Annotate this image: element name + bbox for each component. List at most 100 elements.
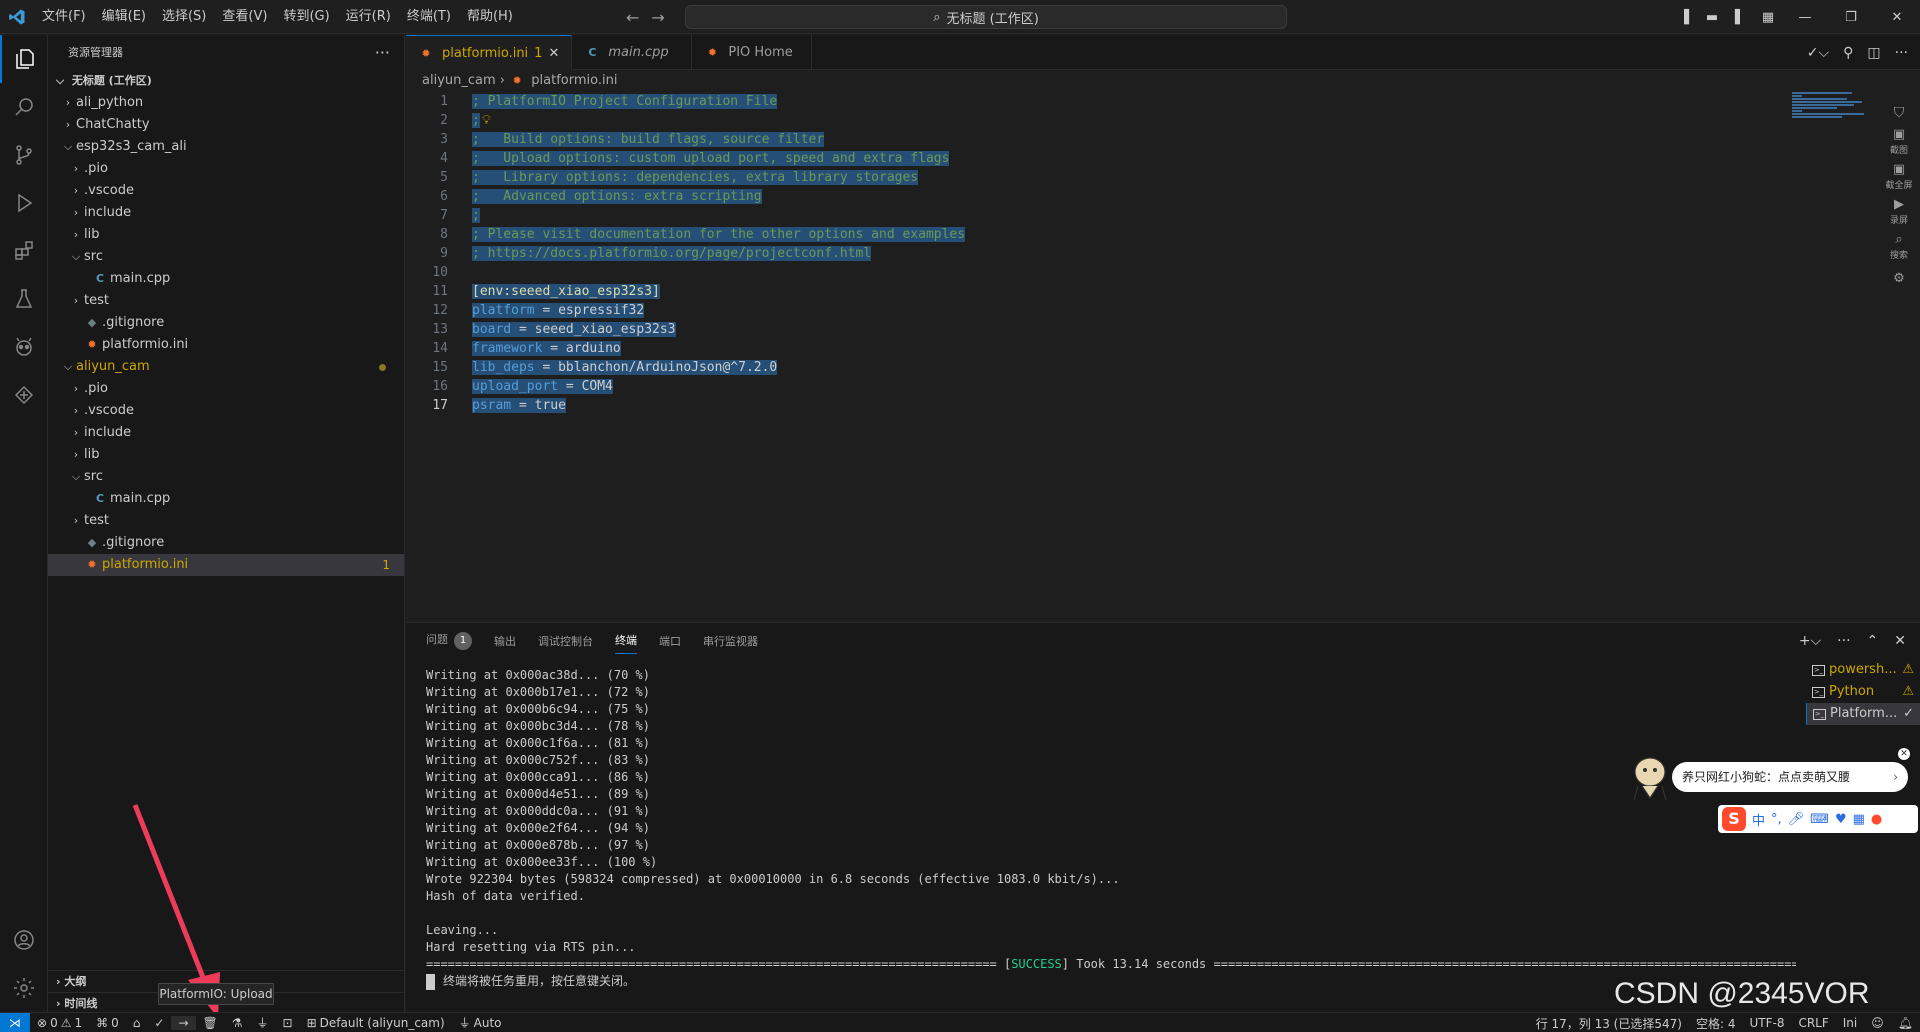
check-icon[interactable]: ✓⌵ — [1807, 45, 1829, 61]
file-item[interactable]: ◆ .gitignore — [48, 532, 404, 554]
pio-upload-button[interactable]: → — [171, 1015, 196, 1030]
menu-item[interactable]: 终端(T) — [399, 0, 459, 34]
restore-button[interactable]: ❐ — [1828, 0, 1874, 34]
folder-item[interactable]: › .pio — [48, 158, 404, 180]
file-item[interactable]: ◆ .gitignore — [48, 312, 404, 334]
folder-item[interactable]: › include — [48, 422, 404, 444]
file-item[interactable]: ✹ platformio.ini — [48, 334, 404, 356]
encoding[interactable]: UTF-8 — [1742, 1016, 1791, 1030]
folder-item[interactable]: ⌵ aliyun_cam — [48, 356, 404, 378]
folder-item[interactable]: ⌵ src — [48, 246, 404, 268]
panel-tab[interactable]: 终端 — [615, 632, 637, 654]
manage-gear-icon[interactable] — [0, 964, 48, 1012]
panel-tab[interactable]: 端口 — [659, 633, 681, 649]
microphone-icon[interactable]: 🎤︎ — [1788, 812, 1805, 827]
terminal-instance[interactable]: >_ powersh... ⚠ — [1806, 659, 1920, 681]
remote-icon[interactable]: ⋊ — [0, 1012, 30, 1032]
folder-item[interactable]: › .vscode — [48, 400, 404, 422]
maximize-panel-icon[interactable]: ⌃ — [1867, 633, 1879, 649]
back-arrow-icon[interactable]: ← — [626, 8, 639, 27]
settings-icon[interactable]: ● — [1871, 812, 1882, 827]
tab-platformio-ini[interactable]: ✹ platformio.ini 1 ✕ — [406, 35, 573, 70]
ime-toolbar[interactable]: S 中 °, 🎤︎ ⌨ ♥ ▦ ● — [1718, 805, 1918, 833]
pio-test-button[interactable]: ⚗ — [225, 1016, 250, 1030]
skin-icon[interactable]: ♥ — [1835, 812, 1847, 827]
problems-status[interactable]: ⊗ 0 ⚠ 1 — [30, 1016, 89, 1030]
close-window-button[interactable]: ✕ — [1874, 0, 1920, 34]
pio-clean-button[interactable]: 🗑︎ — [196, 1016, 225, 1030]
record-tool[interactable]: ▶ 录屏 — [1890, 197, 1908, 226]
cursor-position[interactable]: 行 17，列 13 (已选择547) — [1529, 1015, 1689, 1032]
platformio-alien-icon[interactable] — [0, 323, 48, 371]
folder-item[interactable]: › ali_python — [48, 92, 404, 114]
notification-bubble[interactable]: 养只网红小狗蛇：点点卖萌又腰 › — [1672, 762, 1908, 792]
folder-item[interactable]: › lib — [48, 224, 404, 246]
remote-deploy-icon[interactable] — [0, 371, 48, 419]
tab-pio-home[interactable]: ✹ PIO Home — [692, 35, 813, 70]
language-mode[interactable]: Ini — [1836, 1016, 1864, 1030]
toolbox-icon[interactable]: ▦ — [1853, 812, 1865, 827]
file-item[interactable]: Cmain.cpp — [48, 268, 404, 290]
ports-status[interactable]: ⌘ 0 — [89, 1016, 126, 1030]
notifications-bell-icon[interactable]: 🔔︎ — [1891, 1016, 1920, 1030]
testing-icon[interactable] — [0, 275, 48, 323]
feedback-icon[interactable]: ☺ — [1864, 1016, 1891, 1030]
new-terminal-icon[interactable]: +⌵ — [1799, 633, 1821, 649]
menu-item[interactable]: 查看(V) — [214, 0, 275, 34]
sogou-logo-icon[interactable]: S — [1722, 807, 1746, 831]
more-actions-icon[interactable]: ··· — [1837, 633, 1850, 649]
minimap[interactable] — [1792, 92, 1887, 126]
folder-item[interactable]: › include — [48, 202, 404, 224]
file-item[interactable]: ✹ platformio.ini 1 — [48, 554, 404, 576]
menu-item[interactable]: 文件(F) — [34, 0, 94, 34]
code-editor[interactable]: 1 ; PlatformIO Project Configuration File… — [406, 92, 1876, 622]
ime-notification[interactable]: 养只网红小狗蛇：点点卖萌又腰 › ✕ — [1628, 748, 1910, 802]
line-ending[interactable]: CRLF — [1791, 1016, 1835, 1030]
settings-icon[interactable]: ⚙ — [1893, 271, 1905, 286]
folder-item[interactable]: › .vscode — [48, 180, 404, 202]
run-debug-icon[interactable] — [0, 179, 48, 227]
pio-build-button[interactable]: ✓ — [147, 1016, 171, 1030]
close-panel-icon[interactable]: ✕ — [1894, 633, 1906, 649]
toggle-panel-icon[interactable]: ▬ — [1698, 10, 1726, 25]
command-center-search[interactable]: ⌕ 无标题 (工作区) — [685, 5, 1287, 29]
punctuation-icon[interactable]: °, — [1771, 812, 1782, 827]
folder-item[interactable]: › lib — [48, 444, 404, 466]
indentation[interactable]: 空格: 4 — [1689, 1015, 1743, 1032]
folder-item[interactable]: › .pio — [48, 378, 404, 400]
menu-item[interactable]: 选择(S) — [154, 0, 214, 34]
panel-tab[interactable]: 串行监视器 — [703, 633, 758, 649]
ime-mode[interactable]: 中 — [1752, 810, 1765, 829]
pin-icon[interactable]: ⚲ — [1843, 45, 1853, 61]
pio-home-button[interactable]: ⌂ — [126, 1016, 148, 1030]
pio-serial-monitor-button[interactable]: ⏚ — [250, 1014, 276, 1031]
close-tab-icon[interactable]: ✕ — [548, 46, 559, 61]
search-icon[interactable] — [0, 83, 48, 131]
pio-env-selector[interactable]: ⊞ Default (aliyun_cam) — [300, 1016, 452, 1030]
toggle-sidebar-icon[interactable]: ▐ — [1670, 10, 1698, 25]
breadcrumb-file[interactable]: platformio.ini — [531, 73, 617, 88]
minimize-button[interactable]: — — [1782, 0, 1828, 34]
forward-arrow-icon[interactable]: → — [651, 8, 664, 27]
workspace-root[interactable]: ⌵ 无标题 (工作区) — [48, 70, 404, 92]
explorer-icon[interactable] — [0, 35, 48, 83]
accounts-icon[interactable] — [0, 916, 48, 964]
more-actions-icon[interactable]: ··· — [1895, 45, 1908, 61]
split-editor-icon[interactable]: ◫ — [1867, 45, 1880, 61]
terminal-output[interactable]: Writing at 0x000ac38d... (70 %) Writing a… — [426, 667, 1796, 1007]
pio-port-selector[interactable]: ⏚ Auto — [452, 1014, 509, 1031]
panel-tab[interactable]: 调试控制台 — [538, 633, 593, 649]
pio-terminal-button[interactable]: ⊡ — [276, 1016, 300, 1030]
search-tool[interactable]: ⌕ 搜索 — [1890, 232, 1908, 261]
screenshot-tool[interactable]: ▣ 截图 — [1890, 127, 1908, 156]
close-icon[interactable]: ✕ — [1898, 748, 1910, 760]
menu-item[interactable]: 转到(G) — [275, 0, 337, 34]
menu-item[interactable]: 帮助(H) — [459, 0, 521, 34]
menu-item[interactable]: 编辑(E) — [94, 0, 154, 34]
folder-item[interactable]: › test — [48, 510, 404, 532]
menu-item[interactable]: 运行(R) — [338, 0, 399, 34]
more-actions-icon[interactable]: ··· — [375, 35, 390, 70]
folder-item[interactable]: › test — [48, 290, 404, 312]
shield-icon[interactable]: ⛉ — [1894, 105, 1905, 121]
lightbulb-icon[interactable]: 💡︎ — [482, 113, 491, 128]
